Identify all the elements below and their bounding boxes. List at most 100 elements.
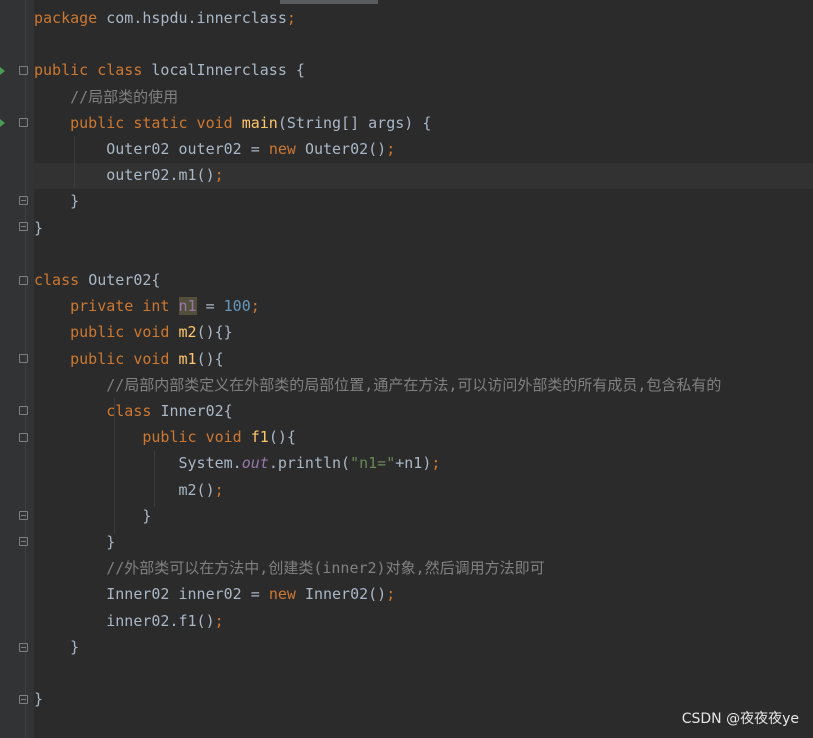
- code-line[interactable]: class Inner02{: [34, 398, 233, 424]
- code-token: System.: [34, 454, 242, 473]
- code-token: (){: [196, 349, 224, 368]
- code-token: Outer02(): [304, 140, 387, 158]
- code-token: m2(): [34, 480, 215, 499]
- code-token: Inner02{: [160, 402, 233, 420]
- code-token: ;: [286, 9, 296, 27]
- fold-end-icon[interactable]: [19, 511, 28, 520]
- run-main-icon[interactable]: [0, 119, 5, 127]
- code-token: localInnerclass {: [151, 61, 305, 80]
- fold-icon[interactable]: [19, 66, 28, 75]
- fold-icon[interactable]: [19, 354, 28, 363]
- code-line[interactable]: //局部内部类定义在外部类的局部位置,通产在方法,可以访问外部类的所有成员,包含…: [34, 372, 721, 398]
- code-token: }: [34, 690, 44, 709]
- code-token: (){: [268, 428, 296, 447]
- code-line[interactable]: }: [34, 686, 43, 712]
- fold-end-icon[interactable]: [19, 222, 28, 231]
- code-token: class: [106, 402, 161, 420]
- fold-end-icon[interactable]: [19, 643, 28, 652]
- code-line[interactable]: }: [34, 503, 151, 529]
- code-line[interactable]: }: [34, 188, 79, 214]
- code-token: package: [34, 9, 107, 27]
- code-line[interactable]: Inner02 inner02 = new Inner02();: [34, 581, 395, 607]
- code-token: //局部类的使用: [34, 87, 179, 106]
- code-line[interactable]: public void m1(){: [34, 346, 224, 372]
- fold-icon[interactable]: [19, 276, 28, 285]
- editor-gutter: [0, 0, 34, 738]
- code-token: class: [34, 271, 89, 289]
- code-token: ;: [214, 480, 224, 499]
- code-token: m2: [178, 323, 197, 342]
- fold-end-icon[interactable]: [19, 537, 28, 546]
- code-token: ;: [214, 611, 224, 630]
- fold-end-icon[interactable]: [19, 695, 28, 704]
- code-line[interactable]: inner02.f1();: [34, 608, 224, 634]
- code-token: 100: [223, 297, 251, 316]
- code-token: public void: [142, 428, 251, 447]
- code-token: ;: [386, 140, 396, 158]
- code-token: ;: [386, 585, 396, 604]
- code-line[interactable]: public void f1(){: [34, 424, 296, 450]
- code-line[interactable]: Outer02 outer02 = new Outer02();: [34, 136, 395, 162]
- code-token: }: [34, 218, 44, 237]
- code-token: private int: [70, 297, 179, 316]
- code-line[interactable]: m2();: [34, 477, 224, 503]
- code-token: out: [241, 454, 269, 473]
- run-class-icon[interactable]: [0, 67, 5, 75]
- code-line[interactable]: class Outer02{: [34, 267, 160, 293]
- code-token: main: [241, 113, 278, 132]
- fold-end-icon[interactable]: [19, 196, 28, 205]
- code-token: public void: [70, 323, 179, 342]
- fold-icon[interactable]: [19, 433, 28, 442]
- code-token: ;: [250, 297, 260, 316]
- code-token: }: [34, 506, 152, 525]
- code-line[interactable]: public static void main(String[] args) {: [34, 110, 431, 136]
- code-line[interactable]: //外部类可以在方法中,创建类(inner2)对象,然后调用方法即可: [34, 555, 545, 581]
- fold-icon[interactable]: [19, 118, 28, 127]
- code-token: (String[] args) {: [277, 113, 432, 132]
- code-token: inner02.f1(): [34, 611, 215, 630]
- code-token: outer02.m1(): [34, 166, 215, 185]
- code-line[interactable]: package com.hspdu.innerclass;: [34, 5, 296, 31]
- code-token: =: [196, 297, 224, 316]
- code-token: "n1=": [350, 454, 396, 473]
- code-token: .println(: [268, 454, 351, 473]
- code-line[interactable]: }: [34, 215, 43, 241]
- watermark: CSDN @夜夜夜ye: [681, 711, 799, 727]
- code-token: //局部内部类定义在外部类的局部位置,通产在方法,可以访问外部类的所有成员,包含…: [34, 375, 722, 394]
- code-token: m1: [178, 349, 197, 368]
- code-token: }: [34, 533, 116, 551]
- gutter-divider: [25, 0, 26, 738]
- code-line[interactable]: public class localInnerclass {: [34, 57, 305, 83]
- code-line[interactable]: outer02.m1();: [34, 162, 224, 188]
- code-line[interactable]: }: [34, 634, 79, 660]
- code-token: public class: [34, 61, 152, 80]
- code-line[interactable]: private int n1 = 100;: [34, 293, 260, 319]
- code-line[interactable]: public void m2(){}: [34, 319, 233, 345]
- fold-icon[interactable]: [19, 406, 28, 415]
- code-token: ;: [214, 166, 224, 185]
- code-token: public static void: [70, 113, 242, 132]
- code-token: Inner02(): [304, 585, 387, 604]
- code-token: ;: [431, 454, 441, 473]
- code-token: //外部类可以在方法中,创建类(inner2)对象,然后调用方法即可: [34, 559, 545, 578]
- code-token: f1: [250, 428, 269, 447]
- code-token: Outer02{: [88, 271, 161, 289]
- code-token: }: [34, 192, 80, 211]
- code-token: new: [268, 585, 305, 604]
- code-token: Outer02 outer02 =: [34, 140, 269, 158]
- code-line[interactable]: System.out.println("n1="+n1);: [34, 450, 440, 476]
- code-token: new: [268, 140, 305, 158]
- code-line[interactable]: //局部类的使用: [34, 84, 178, 110]
- code-line[interactable]: }: [34, 529, 115, 555]
- code-token: public void: [70, 349, 179, 368]
- code-token: }: [34, 637, 80, 656]
- horizontal-scrollbar[interactable]: [280, 0, 378, 4]
- code-token: +n1): [395, 454, 432, 473]
- code-token: (){}: [196, 323, 233, 342]
